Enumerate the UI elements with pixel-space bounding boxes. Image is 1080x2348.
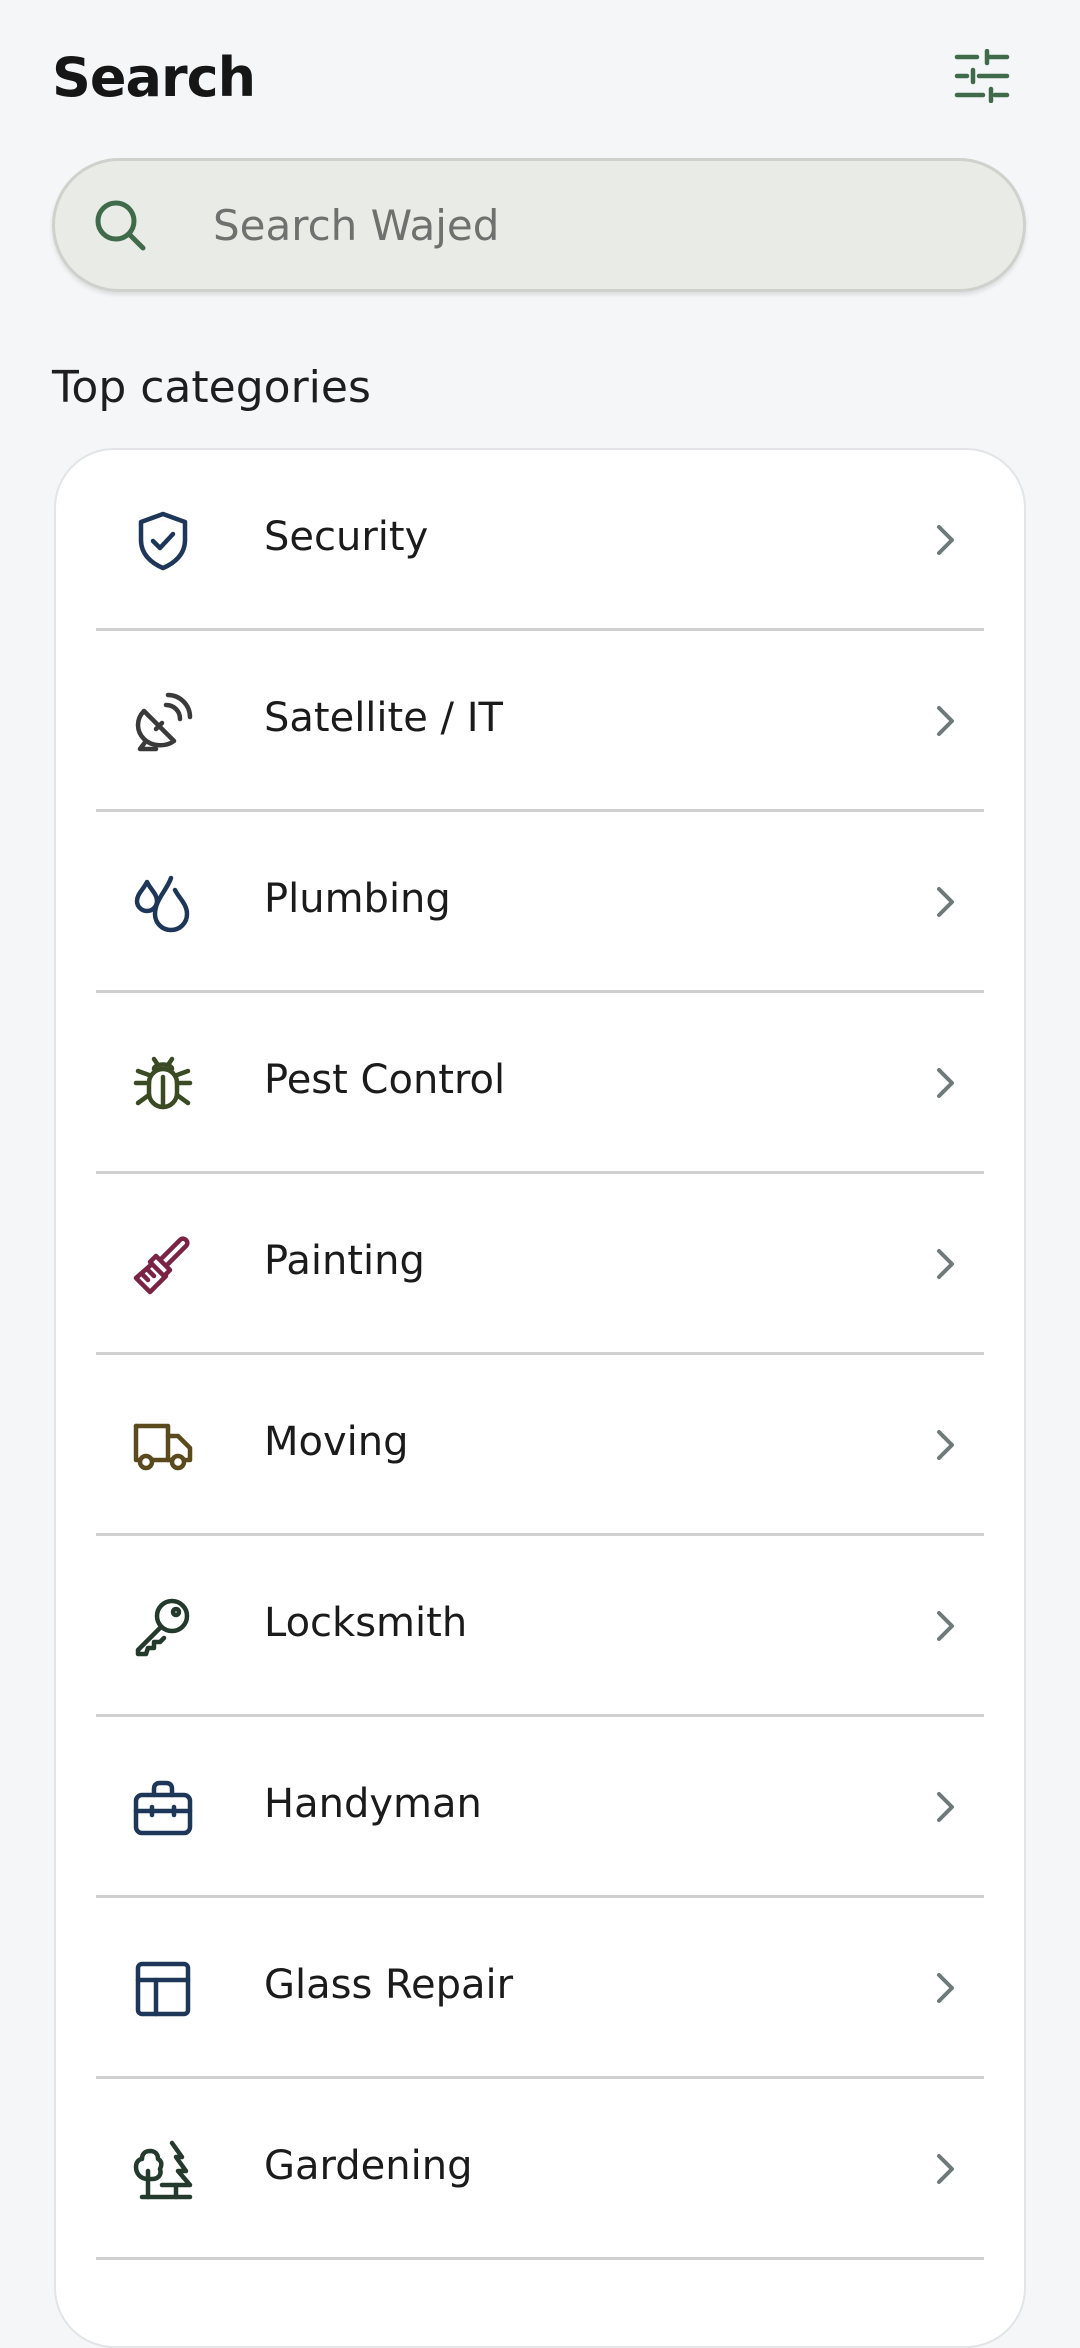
category-item-moving[interactable]: Moving: [56, 1355, 1024, 1536]
chevron-right-icon: [926, 520, 966, 560]
toolbox-icon: [130, 1775, 196, 1841]
search-input[interactable]: [211, 184, 975, 266]
sliders-icon: [954, 49, 1010, 103]
categories-card: Security Satellite / IT Plumbing Pest Co…: [54, 448, 1026, 2348]
filter-button[interactable]: [950, 44, 1014, 108]
paintbrush-icon: [130, 1232, 196, 1298]
header: Search: [52, 40, 1028, 112]
section-title: Top categories: [52, 362, 371, 413]
category-item-painting[interactable]: Painting: [56, 1174, 1024, 1355]
category-item-locksmith[interactable]: Locksmith: [56, 1536, 1024, 1717]
droplets-icon: [130, 870, 196, 936]
search-icon: [89, 194, 151, 256]
truck-icon: [130, 1413, 196, 1479]
chevron-right-icon: [926, 701, 966, 741]
category-item-glass-repair[interactable]: Glass Repair: [56, 1898, 1024, 2079]
category-label: Satellite / IT: [264, 695, 503, 741]
category-label: Gardening: [264, 2143, 473, 2189]
category-item-satellite-it[interactable]: Satellite / IT: [56, 631, 1024, 812]
category-label: Pest Control: [264, 1057, 506, 1103]
shield-check-icon: [130, 508, 196, 574]
chevron-right-icon: [926, 2149, 966, 2189]
trees-icon: [130, 2137, 196, 2203]
chevron-right-icon: [926, 882, 966, 922]
category-item-handyman[interactable]: Handyman: [56, 1717, 1024, 1898]
category-list: Security Satellite / IT Plumbing Pest Co…: [56, 450, 1024, 2260]
category-item-pest-control[interactable]: Pest Control: [56, 993, 1024, 1174]
search-bar[interactable]: [52, 158, 1026, 292]
page-title: Search: [52, 46, 256, 109]
chevron-right-icon: [926, 1606, 966, 1646]
category-label: Plumbing: [264, 876, 451, 922]
category-item-plumbing[interactable]: Plumbing: [56, 812, 1024, 993]
category-label: Handyman: [264, 1781, 482, 1827]
satellite-dish-icon: [130, 689, 196, 755]
chevron-right-icon: [926, 1787, 966, 1827]
chevron-right-icon: [926, 1244, 966, 1284]
chevron-right-icon: [926, 1968, 966, 2008]
category-label: Locksmith: [264, 1600, 468, 1646]
category-item-gardening[interactable]: Gardening: [56, 2079, 1024, 2260]
bug-icon: [130, 1051, 196, 1117]
category-label: Moving: [264, 1419, 409, 1465]
category-label: Painting: [264, 1238, 425, 1284]
category-label: Security: [264, 514, 429, 560]
chevron-right-icon: [926, 1425, 966, 1465]
window-icon: [130, 1956, 196, 2022]
key-icon: [130, 1594, 196, 1660]
chevron-right-icon: [926, 1063, 966, 1103]
category-label: Glass Repair: [264, 1962, 514, 2008]
category-item-security[interactable]: Security: [56, 450, 1024, 631]
